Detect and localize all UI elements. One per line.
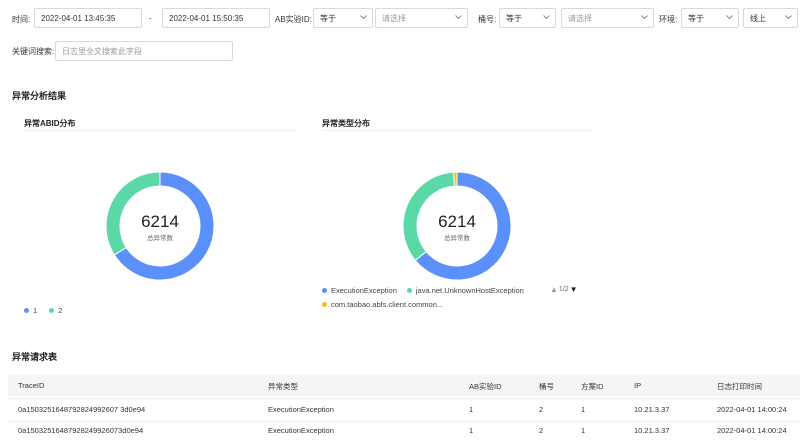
bucket-operator-value: 等于 (506, 13, 522, 23)
abid-chart-divider (24, 130, 296, 131)
header-trace-id[interactable]: TraceID (18, 381, 44, 390)
bucket-operator-select[interactable]: 等于 (499, 8, 556, 28)
legend-label: 1 (33, 306, 38, 315)
env-select[interactable]: 线上 (743, 8, 798, 28)
start-time-input[interactable]: 2022-04-01 13:45:35 (34, 8, 142, 28)
type-legend-row-1: ExecutionException java.net.UnknownHostE… (322, 286, 524, 295)
env-operator-select[interactable]: 等于 (681, 8, 739, 28)
type-legend-row-2: com.taobao.abfs.client.common... (322, 300, 443, 309)
table-header-row (8, 374, 800, 396)
keyword-search-input[interactable]: 日志里全文搜索此字段 (55, 41, 233, 61)
chevron-down-icon (785, 14, 792, 20)
legend-label: java.net.UnknownHostException (415, 286, 524, 295)
chevron-down-icon (455, 14, 462, 20)
legend-item-abfs-client[interactable]: com.taobao.abfs.client.common... (322, 300, 443, 309)
donut-slice-com-taobao-abfs-client-common-[interactable] (453, 171, 458, 187)
legend-item-execution-exception[interactable]: ExecutionException (322, 286, 397, 295)
bucket-label: 桶号: (478, 15, 497, 24)
end-time-value: 2022-04-01 15:50:35 (169, 13, 244, 23)
row-plan-id: 1 (581, 405, 586, 414)
legend-label: 2 (58, 306, 63, 315)
legend-item-1[interactable]: 1 (24, 306, 37, 315)
pager-prev-icon[interactable]: ▲ (550, 285, 558, 294)
table-section-title: 异常请求表 (12, 352, 58, 362)
row-trace-id: 0a1503251648792824992607 3d0e94 (18, 405, 146, 414)
legend-dot-icon (49, 308, 55, 313)
legend-dot-icon (24, 308, 29, 313)
abid-total-value: 6214 (141, 212, 179, 231)
env-value: 线上 (750, 13, 766, 23)
chevron-down-icon (726, 14, 733, 20)
legend-dot-icon (322, 302, 327, 307)
env-label: 环境: (659, 15, 678, 24)
analysis-section-title: 异常分析结果 (12, 91, 67, 101)
type-total-value: 6214 (438, 212, 476, 231)
row-ip: 10.21.3.37 (634, 405, 670, 414)
end-time-input[interactable]: 2022-04-01 15:50:35 (162, 8, 270, 28)
legend-pager: ▲ 1/2 ▼ (550, 285, 578, 294)
time-label: 时间: (12, 15, 31, 24)
abid-total-label: 总异常数 (147, 233, 174, 242)
pager-next-icon[interactable]: ▼ (570, 285, 578, 294)
bucket-select[interactable]: 请选择 (561, 8, 654, 28)
keyword-label: 关键词搜索: (12, 47, 55, 56)
start-time-value: 2022-04-01 13:45:35 (41, 13, 116, 23)
type-donut-chart: 6214 总异常数 (402, 171, 512, 281)
row-ab-id: 1 (469, 405, 474, 414)
header-bucket[interactable]: 桶号 (539, 381, 554, 392)
legend-item-2[interactable]: 2 (49, 306, 62, 315)
env-operator-value: 等于 (688, 13, 704, 23)
legend-dot-icon (406, 288, 412, 293)
legend-label: com.taobao.abfs.client.common... (331, 300, 444, 309)
ab-operator-value: 等于 (320, 13, 336, 23)
header-exception-type[interactable]: 异常类型 (268, 381, 298, 392)
header-log-time[interactable]: 日志打印时间 (717, 381, 762, 392)
header-plan-id[interactable]: 方案ID (581, 381, 604, 392)
keyword-placeholder: 日志里全文搜索此字段 (62, 46, 142, 56)
chevron-down-icon (641, 14, 648, 20)
row-exception-type: ExecutionException (268, 405, 334, 414)
row-log-time: 2022-04-01 14:00:24 (717, 405, 787, 414)
legend-dot-icon (322, 288, 327, 293)
header-ip[interactable]: IP (634, 381, 641, 390)
row-bucket: 2 (539, 405, 544, 414)
type-total-label: 总异常数 (444, 233, 471, 242)
legend-label: ExecutionException (331, 286, 397, 295)
abid-chart-title: 异常ABID分布 (24, 119, 76, 128)
abid-donut-chart: 6214 总异常数 (105, 171, 215, 281)
chevron-down-icon (543, 14, 550, 20)
ab-id-label: AB实验ID: (275, 15, 312, 24)
type-chart-title: 异常类型分布 (322, 119, 370, 128)
ab-id-placeholder: 请选择 (382, 13, 406, 23)
type-chart-divider (322, 130, 594, 131)
pager-text: 1/2 (558, 286, 569, 293)
abid-legend: 1 2 (24, 306, 62, 315)
chevron-down-icon (360, 14, 367, 20)
ab-operator-select[interactable]: 等于 (313, 8, 373, 28)
header-ab-id[interactable]: AB实验ID (469, 381, 502, 392)
ab-id-select[interactable]: 请选择 (375, 8, 468, 28)
legend-item-unknown-host-exception[interactable]: java.net.UnknownHostException (406, 286, 524, 295)
bucket-placeholder: 请选择 (568, 13, 592, 23)
range-separator: - (149, 14, 152, 23)
